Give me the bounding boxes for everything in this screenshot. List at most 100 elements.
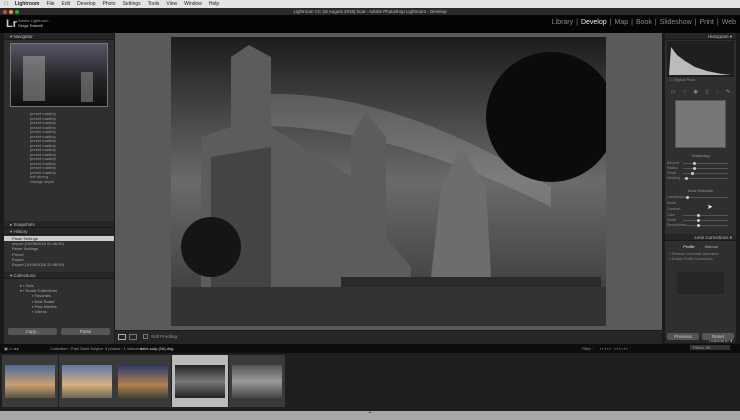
histogram (667, 41, 734, 77)
menu-help[interactable]: Help (209, 1, 219, 7)
menu-develop[interactable]: Develop (77, 1, 95, 7)
snapshots-label: Snapshots (13, 222, 35, 227)
enable-profile-checkbox[interactable]: ☐ Enable Profile Corrections (665, 257, 736, 262)
menu-view[interactable]: View (166, 1, 177, 7)
menu-file[interactable]: File (46, 1, 54, 7)
presets-list: preset roadtrip preset roadtrip preset r… (4, 110, 114, 221)
lum-detail-label: Detail (667, 201, 676, 205)
amount-label: Amount (667, 161, 680, 165)
chevron-up-icon[interactable]: ⌃ (367, 412, 372, 418)
menu-settings[interactable]: Settings (123, 1, 141, 7)
filter-dropdown[interactable]: Filters Off (690, 345, 730, 350)
module-library[interactable]: Library (552, 19, 573, 26)
original-photo-toggle[interactable]: ☐ Original Photo (665, 78, 736, 82)
navigator-header[interactable]: ▾ Navigator (4, 33, 114, 40)
navigator-preview[interactable] (10, 43, 108, 107)
profile-fields[interactable] (677, 272, 724, 294)
history-header[interactable]: ▾ History (4, 228, 114, 235)
color-slider[interactable] (683, 214, 728, 217)
filmstrip (0, 353, 740, 411)
paste-button[interactable]: Paste (61, 328, 110, 335)
radial-filter-icon[interactable]: ◌ (716, 89, 719, 95)
filter-label: Filter : (582, 346, 594, 351)
sharpening-section: Sharpening Amount Radius Detail Masking (665, 150, 736, 186)
radius-slider[interactable] (683, 167, 728, 170)
filmstrip-thumbnail[interactable] (115, 355, 171, 407)
title-bar: Lightroom CC (at August 2016).lrcat - Ad… (0, 8, 740, 15)
before-after-icon[interactable] (129, 334, 137, 340)
masking-slider[interactable] (683, 177, 728, 180)
noise-section: Noise Reduction Luminance Detail Contras… (665, 186, 736, 230)
module-web[interactable]: Web (722, 19, 736, 26)
close-button[interactable] (3, 10, 7, 14)
filmstrip-filename: saint-sulp-(16).dng (140, 346, 174, 351)
bottom-panel-toggle[interactable]: ⌃ (0, 411, 740, 420)
copy-paste-row: Copy... Paste (4, 325, 114, 338)
grid-view-icon[interactable]: ▣ ▭ ◂ ▸ (4, 346, 19, 351)
filmstrip-source[interactable]: Collection : Past Saint Sulpice (50, 346, 103, 351)
masking-label: Masking (667, 176, 681, 180)
copy-button[interactable]: Copy... (8, 328, 57, 335)
minimize-button[interactable] (9, 10, 13, 14)
collections-list: ▸ ▪ Sets ▾ ▪ Smart Collections ▪ Favorit… (4, 279, 114, 325)
tab-profile[interactable]: Profile (683, 244, 694, 249)
loupe-view-icon[interactable] (118, 334, 126, 340)
filmstrip-thumbnail-selected[interactable] (172, 355, 228, 407)
menu-edit[interactable]: Edit (62, 1, 71, 7)
main-photo[interactable] (171, 37, 606, 326)
previous-reset-row: Previous Reset (665, 333, 736, 340)
identity-line2: Serge Ramelli (18, 23, 44, 28)
collection-item[interactable]: ▪ Videos (4, 309, 114, 314)
zoom-button[interactable] (15, 10, 19, 14)
soft-proofing-checkbox[interactable] (143, 334, 148, 339)
menu-lightroom[interactable]: Lightroom (15, 1, 40, 7)
filmstrip-bar: ▣ ▭ ◂ ▸ Collection : Past Saint Sulpice … (0, 344, 740, 353)
filmstrip-thumbnail[interactable] (59, 355, 115, 407)
module-slideshow[interactable]: Slideshow (660, 19, 692, 26)
rating-filter-icons[interactable]: ▪▪▪▪▪ ▪▪▪▪▪▪ (600, 346, 629, 351)
tab-manual[interactable]: Manual (705, 244, 718, 249)
filmstrip-thumbnail[interactable] (229, 355, 285, 407)
color-label: Color (667, 213, 676, 217)
identity-plate: Lr Adobe Lightroom Serge Ramelli Library |… (0, 15, 740, 33)
lens-label: Lens Corrections (694, 235, 729, 240)
red-eye-icon[interactable]: ◉ (693, 89, 697, 95)
module-map[interactable]: Map (614, 19, 628, 26)
luminance-slider[interactable] (683, 196, 728, 199)
module-book[interactable]: Book (636, 19, 652, 26)
noise-title: Noise Reduction (687, 189, 714, 193)
amount-slider[interactable] (683, 162, 728, 165)
apple-icon[interactable]:  (4, 1, 8, 7)
right-panel: Histogram ▾ ☐ Original Photo ▭ ○ ◉ ▯ ◌ ✎ Shar… (665, 33, 736, 344)
collections-header[interactable]: ▾ Collections (4, 272, 114, 279)
module-develop[interactable]: Develop (581, 19, 607, 26)
identity-text: Adobe Lightroom Serge Ramelli (18, 18, 48, 28)
brush-icon[interactable]: ✎ (726, 89, 730, 95)
previous-button[interactable]: Previous (667, 333, 699, 340)
history-list: Paste Settings Import (10/05/2016 22:46:… (4, 235, 114, 272)
history-item[interactable]: Export (10/05/2016 22:46:00) (4, 262, 114, 267)
snapshots-header[interactable]: ▸ Snapshots (4, 221, 114, 228)
reset-button[interactable]: Reset (702, 333, 734, 340)
graduated-filter-icon[interactable]: ▯ (705, 89, 708, 95)
spot-removal-icon[interactable]: ○ (683, 89, 686, 95)
luminance-label: Luminance (667, 195, 685, 199)
histogram-graph (669, 47, 732, 75)
module-print[interactable]: Print (699, 19, 713, 26)
left-panel: ▾ Navigator preset roadtrip preset roadt… (4, 33, 114, 344)
filmstrip-thumbnail[interactable] (2, 355, 58, 407)
menu-window[interactable]: Window (184, 1, 202, 7)
detail-slider[interactable] (683, 172, 728, 175)
lens-tabs: Profile Manual (665, 241, 736, 252)
history-label: History (13, 229, 28, 234)
histogram-header[interactable]: Histogram ▾ (665, 33, 736, 40)
sharpening-title: Sharpening (691, 154, 710, 158)
menu-tools[interactable]: Tools (148, 1, 160, 7)
color-detail-slider[interactable] (683, 219, 728, 222)
lens-corrections-header[interactable]: Lens Corrections ▾ (665, 234, 736, 241)
crop-icon[interactable]: ▭ (671, 89, 676, 95)
preset-item[interactable]: vintage sepia (4, 179, 114, 185)
menu-photo[interactable]: Photo (103, 1, 116, 7)
church-photo (171, 37, 606, 326)
smoothness-slider[interactable] (683, 224, 728, 227)
